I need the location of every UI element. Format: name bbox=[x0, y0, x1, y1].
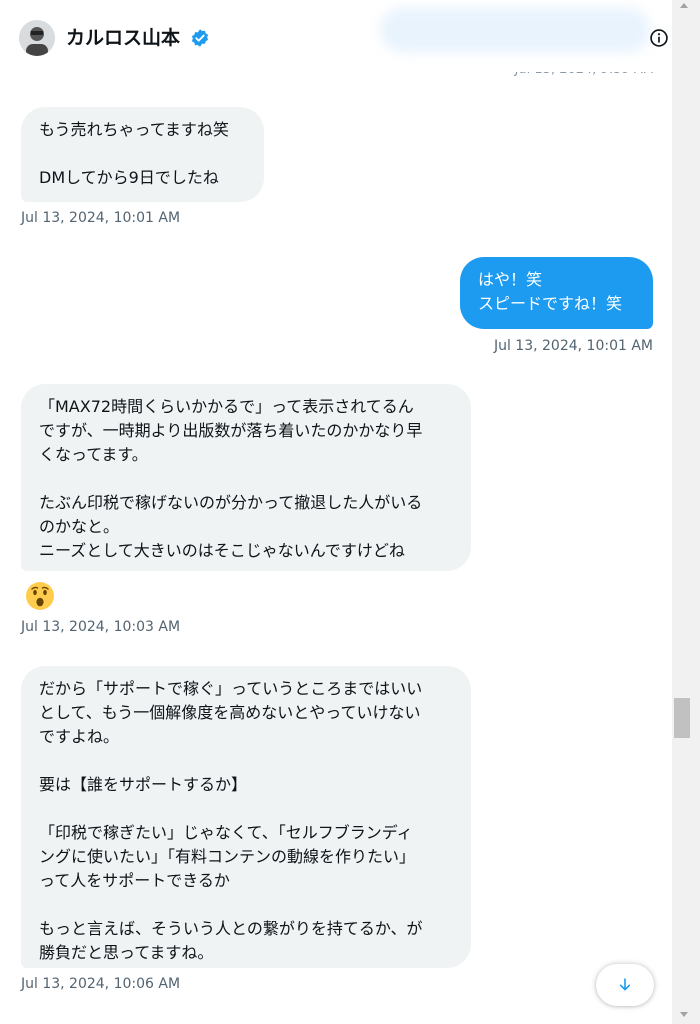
message-bubble-outgoing[interactable]: はや！笑 スピードですね！笑 bbox=[460, 257, 653, 329]
avatar[interactable] bbox=[19, 20, 55, 56]
arrow-down-icon bbox=[619, 978, 631, 991]
scroll-up-arrow-icon[interactable] bbox=[680, 3, 688, 8]
surprised-face-icon bbox=[26, 582, 54, 610]
user-avatar-icon bbox=[19, 20, 55, 56]
info-icon[interactable] bbox=[649, 28, 669, 48]
message-timestamp: Jul 13, 2024, 10:03 AM bbox=[21, 619, 181, 635]
scrollbar-track[interactable] bbox=[672, 0, 700, 1024]
blurred-region bbox=[380, 8, 650, 52]
message-bubble-incoming[interactable]: だから「サポートで稼ぐ」っていうところまではいい として、もう一個解像度を高めな… bbox=[21, 666, 471, 968]
message-bubble-incoming[interactable]: 「MAX72時間くらいかかるで」って表示されてるん ですが、一時期より出版数が落… bbox=[21, 384, 471, 571]
scroll-to-bottom-button[interactable] bbox=[596, 964, 654, 1006]
contact-name[interactable]: カルロス山本 bbox=[66, 26, 180, 50]
message-bubble-incoming[interactable]: もう売れちゃってますね笑 DMしてから9日でしたね bbox=[21, 107, 264, 202]
message-timestamp: Jul 13, 2024, 10:01 AM bbox=[21, 210, 181, 226]
scroll-down-arrow-icon[interactable] bbox=[680, 1012, 688, 1017]
reaction-surprised-emoji[interactable] bbox=[24, 580, 56, 612]
conversation-header: カルロス山本 bbox=[0, 0, 672, 72]
verified-badge-icon bbox=[191, 29, 209, 47]
scrollbar-thumb[interactable] bbox=[674, 698, 690, 738]
message-timestamp: Jul 13, 2024, 10:01 AM bbox=[493, 338, 653, 354]
message-timestamp: Jul 13, 2024, 10:06 AM bbox=[21, 976, 181, 992]
